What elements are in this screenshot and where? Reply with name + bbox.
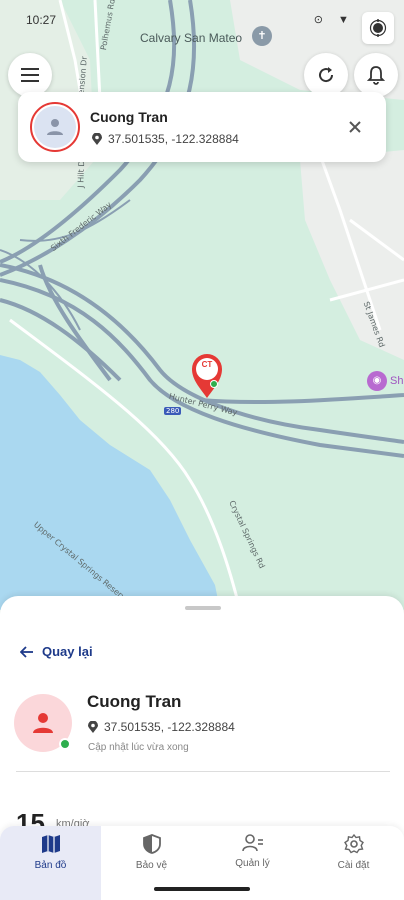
member-info-card[interactable]: Cuong Tran 37.501535, -122.328884 — [18, 92, 386, 162]
location-pin-icon — [92, 133, 102, 145]
refresh-button[interactable] — [304, 53, 348, 97]
bell-icon — [367, 66, 385, 85]
coords-text: 37.501535, -122.328884 — [108, 132, 239, 146]
location-pin-icon — [88, 721, 98, 733]
last-updated-text: Cập nhật lúc vừa xong — [88, 742, 189, 753]
nav-item-settings[interactable]: Cài đặt — [303, 826, 404, 900]
back-label: Quay lại — [42, 644, 93, 659]
back-button[interactable]: Quay lại — [20, 644, 93, 659]
user-location-marker[interactable]: CT — [190, 352, 224, 400]
online-status-dot — [59, 738, 71, 750]
map-icon — [41, 835, 60, 853]
member-coords: 37.501535, -122.328884 — [92, 132, 239, 146]
nav-label: Cài đặt — [337, 860, 370, 871]
status-bar: 10:27 ⊙ ▼ ▮ — [0, 10, 404, 34]
shield-icon — [142, 834, 161, 854]
avatar[interactable] — [30, 102, 80, 152]
highway-shield-icon: 280 — [164, 407, 182, 415]
menu-icon — [21, 68, 39, 82]
shop-label[interactable]: Sh — [390, 375, 403, 387]
nav-label: Bản đồ — [34, 860, 67, 871]
member-coords: 37.501535, -122.328884 — [88, 720, 235, 734]
member-name: Cuong Tran — [90, 109, 168, 125]
status-time: 10:27 — [26, 13, 57, 27]
notifications-button[interactable] — [354, 53, 398, 97]
nav-label: Quản lý — [235, 858, 270, 869]
refresh-icon — [319, 67, 334, 83]
locate-button[interactable] — [362, 12, 394, 44]
nav-label: Bảo vệ — [135, 860, 168, 871]
close-card-button[interactable] — [342, 114, 368, 140]
coords-text: 37.501535, -122.328884 — [104, 720, 235, 734]
member-name: Cuong Tran — [87, 692, 182, 711]
person-icon — [47, 119, 63, 135]
home-indicator — [154, 887, 250, 891]
menu-button[interactable] — [8, 53, 52, 97]
marker-initials: CT — [201, 360, 213, 369]
online-dot — [210, 380, 218, 388]
gear-icon — [343, 834, 364, 854]
close-icon — [349, 121, 361, 133]
divider — [16, 771, 390, 772]
shop-pin-icon[interactable]: ◉ — [367, 371, 387, 391]
location-target-icon — [369, 19, 387, 37]
sheet-drag-handle[interactable] — [185, 606, 221, 610]
people-icon — [241, 834, 263, 852]
arrow-left-icon — [20, 645, 33, 658]
nav-item-map[interactable]: Bản đồ — [0, 826, 101, 900]
person-icon — [33, 713, 53, 733]
